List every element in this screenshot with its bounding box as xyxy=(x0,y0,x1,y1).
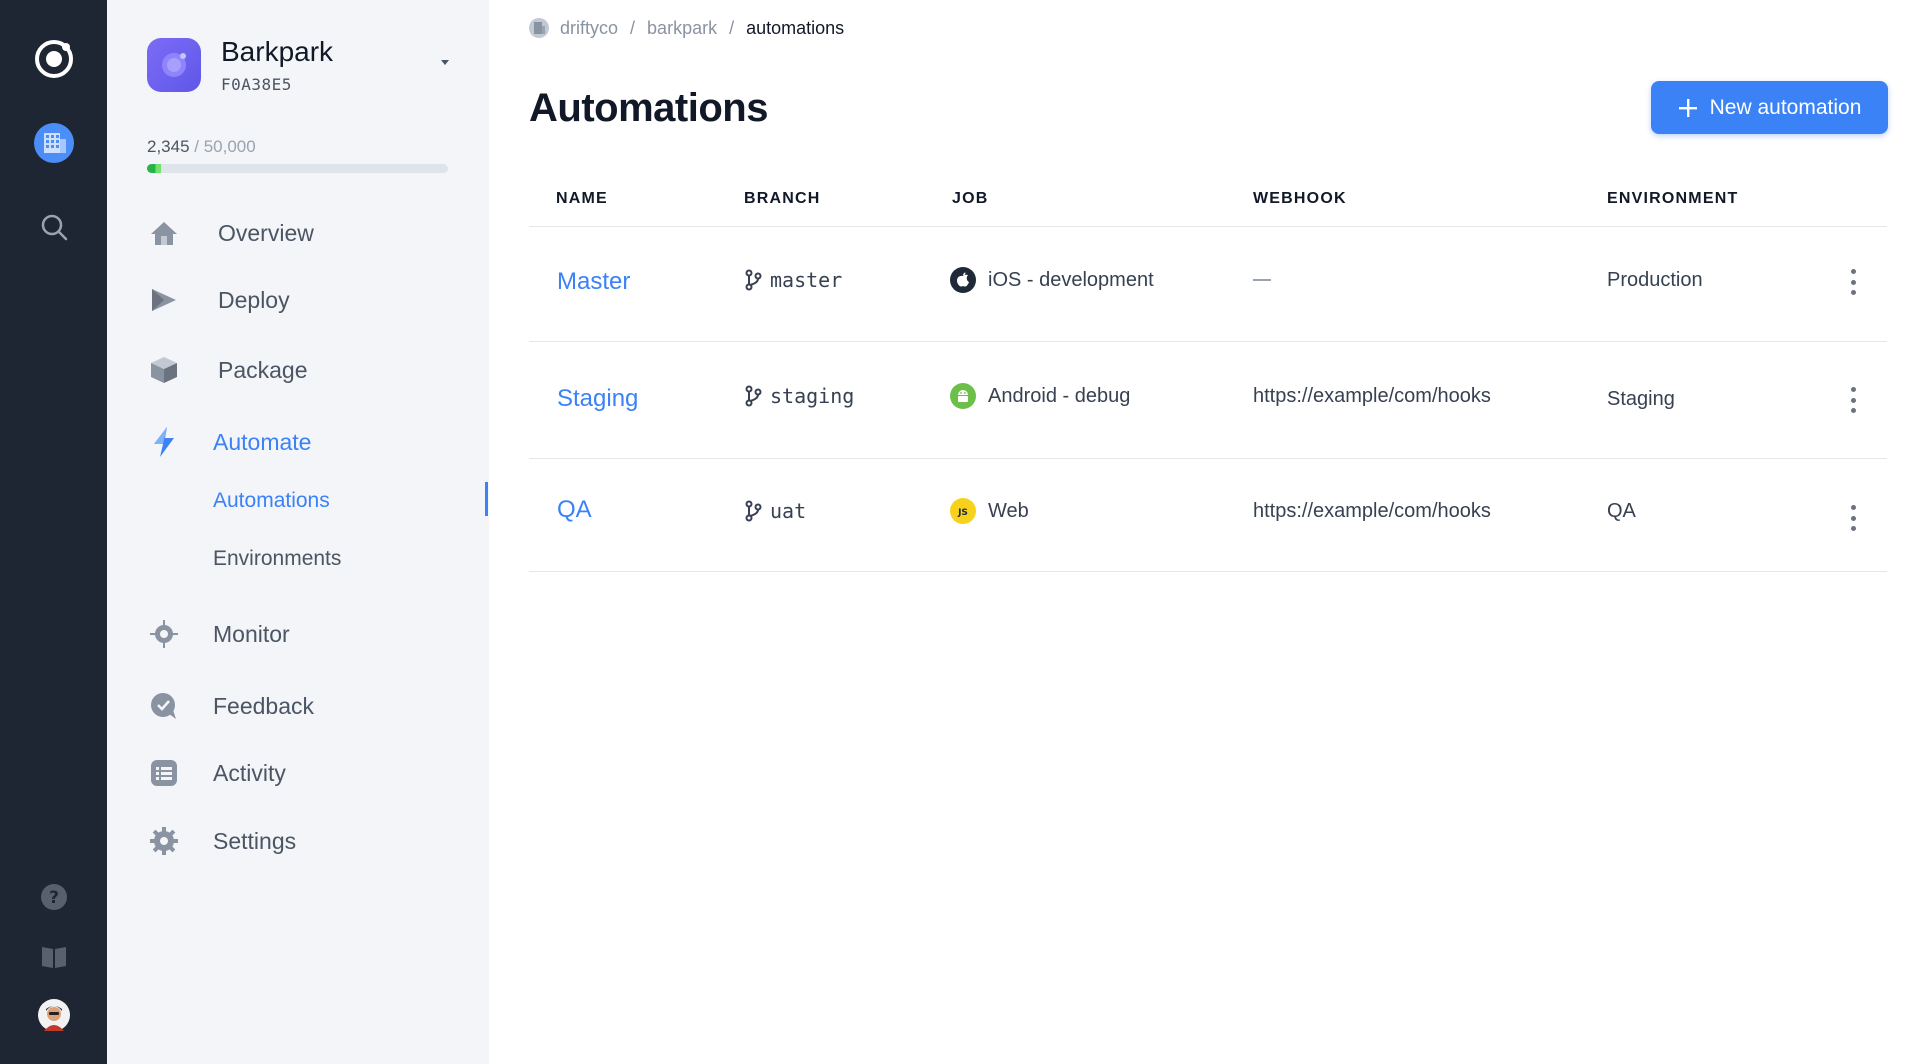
branch-name: master xyxy=(770,268,843,292)
organization-icon[interactable] xyxy=(0,121,107,165)
nav-label-deploy: Deploy xyxy=(218,286,290,313)
android-icon xyxy=(950,383,976,409)
column-header-job[interactable]: JOB xyxy=(952,190,989,208)
package-box-icon xyxy=(147,353,181,387)
nav-item-feedback[interactable]: Feedback xyxy=(107,681,489,731)
activity-list-icon xyxy=(147,756,181,790)
header-divider xyxy=(529,226,1887,227)
webhook-url: https://example/com/hooks xyxy=(1253,499,1491,522)
app-sidebar: Barkpark F0A38E5 2,345 / 50,000 Overview… xyxy=(107,0,489,1064)
svg-text:JS: JS xyxy=(957,508,968,517)
deploy-play-icon xyxy=(147,283,181,317)
environment-name: QA xyxy=(1607,499,1636,522)
nav-item-overview[interactable]: Overview xyxy=(107,208,489,258)
nav-label-settings: Settings xyxy=(213,827,297,854)
nav-item-package[interactable]: Package xyxy=(107,345,489,395)
column-header-webhook[interactable]: WEBHOOK xyxy=(1253,190,1347,208)
row-divider xyxy=(529,571,1887,572)
column-header-name[interactable]: NAME xyxy=(556,190,608,208)
nav-subitem-automations[interactable]: Automations xyxy=(213,489,330,513)
git-branch-icon xyxy=(744,500,762,522)
ionic-logo-icon[interactable] xyxy=(0,36,107,82)
nav-item-deploy[interactable]: Deploy xyxy=(107,275,489,325)
app-id: F0A38E5 xyxy=(221,75,292,94)
usage-current: 2,345 xyxy=(147,137,190,156)
new-automation-button[interactable]: New automation xyxy=(1651,81,1888,134)
environment-name: Production xyxy=(1607,268,1703,291)
monitor-crosshair-icon xyxy=(147,617,181,651)
automation-name-link[interactable]: Master xyxy=(557,268,630,296)
column-header-environment[interactable]: ENVIRONMENT xyxy=(1607,190,1738,208)
git-branch-icon xyxy=(744,385,762,407)
webhook-url: https://example/com/hooks xyxy=(1253,384,1491,407)
job-name: iOS - development xyxy=(988,268,1154,291)
usage-separator: / xyxy=(189,137,204,156)
user-avatar-icon[interactable] xyxy=(0,998,107,1032)
job-name: Web xyxy=(988,499,1029,522)
nav-item-monitor[interactable]: Monitor xyxy=(107,609,489,659)
nav-label-overview: Overview xyxy=(218,219,314,246)
plus-icon xyxy=(1678,98,1698,118)
environment-name: Staging xyxy=(1607,387,1675,410)
usage-max: 50,000 xyxy=(203,137,256,156)
docs-book-icon[interactable] xyxy=(0,942,107,972)
git-branch-icon xyxy=(744,269,762,291)
nav-label-automate: Automate xyxy=(213,428,312,455)
nav-label-monitor: Monitor xyxy=(213,620,290,647)
svg-text:?: ? xyxy=(49,888,59,908)
row-divider xyxy=(529,458,1887,459)
nav-label-activity: Activity xyxy=(213,759,286,786)
nav-item-activity[interactable]: Activity xyxy=(107,748,489,798)
usage-progress-bar xyxy=(147,164,448,173)
settings-gear-icon xyxy=(147,824,181,858)
feedback-bubble-icon xyxy=(147,689,181,723)
breadcrumb: driftyco / barkpark / automations xyxy=(528,14,844,42)
apple-icon xyxy=(950,267,976,293)
home-icon xyxy=(147,216,181,250)
usage-text: 2,345 / 50,000 xyxy=(147,137,256,157)
column-header-branch[interactable]: BRANCH xyxy=(744,190,821,208)
row-divider xyxy=(529,341,1887,342)
nav-label-feedback: Feedback xyxy=(213,692,315,719)
organization-small-icon xyxy=(528,17,550,39)
row-actions-more-icon[interactable] xyxy=(1847,505,1859,531)
app-switcher-caret-icon[interactable] xyxy=(441,60,449,65)
nav-subitem-environments[interactable]: Environments xyxy=(213,547,341,571)
help-icon[interactable]: ? xyxy=(0,882,107,912)
webhook-empty-dash xyxy=(1253,279,1271,281)
search-icon[interactable] xyxy=(0,210,107,244)
breadcrumb-current: automations xyxy=(746,17,845,38)
breadcrumb-org[interactable]: driftyco xyxy=(560,18,618,39)
row-actions-more-icon[interactable] xyxy=(1847,387,1859,413)
app-name[interactable]: Barkpark xyxy=(221,36,333,68)
app-icon xyxy=(147,38,201,92)
nav-label-package: Package xyxy=(218,356,308,383)
nav-item-settings[interactable]: Settings xyxy=(107,816,489,866)
javascript-icon: JS xyxy=(950,498,976,524)
active-indicator xyxy=(485,482,488,516)
usage-progress-fill xyxy=(147,164,162,173)
page-title: Automations xyxy=(529,86,768,130)
new-automation-label: New automation xyxy=(1709,95,1862,119)
breadcrumb-separator: / xyxy=(729,17,735,38)
job-name: Android - debug xyxy=(988,384,1131,407)
breadcrumb-app[interactable]: barkpark xyxy=(647,18,717,39)
lightning-bolt-icon xyxy=(147,425,181,459)
branch-name: staging xyxy=(770,384,855,408)
automation-name-link[interactable]: QA xyxy=(557,496,592,524)
branch-name: uat xyxy=(770,499,807,523)
app-rail: ? xyxy=(0,0,107,1064)
nav-item-automate[interactable]: Automate xyxy=(107,417,489,467)
breadcrumb-separator: / xyxy=(630,17,636,38)
automation-name-link[interactable]: Staging xyxy=(557,385,638,413)
row-actions-more-icon[interactable] xyxy=(1847,269,1859,295)
